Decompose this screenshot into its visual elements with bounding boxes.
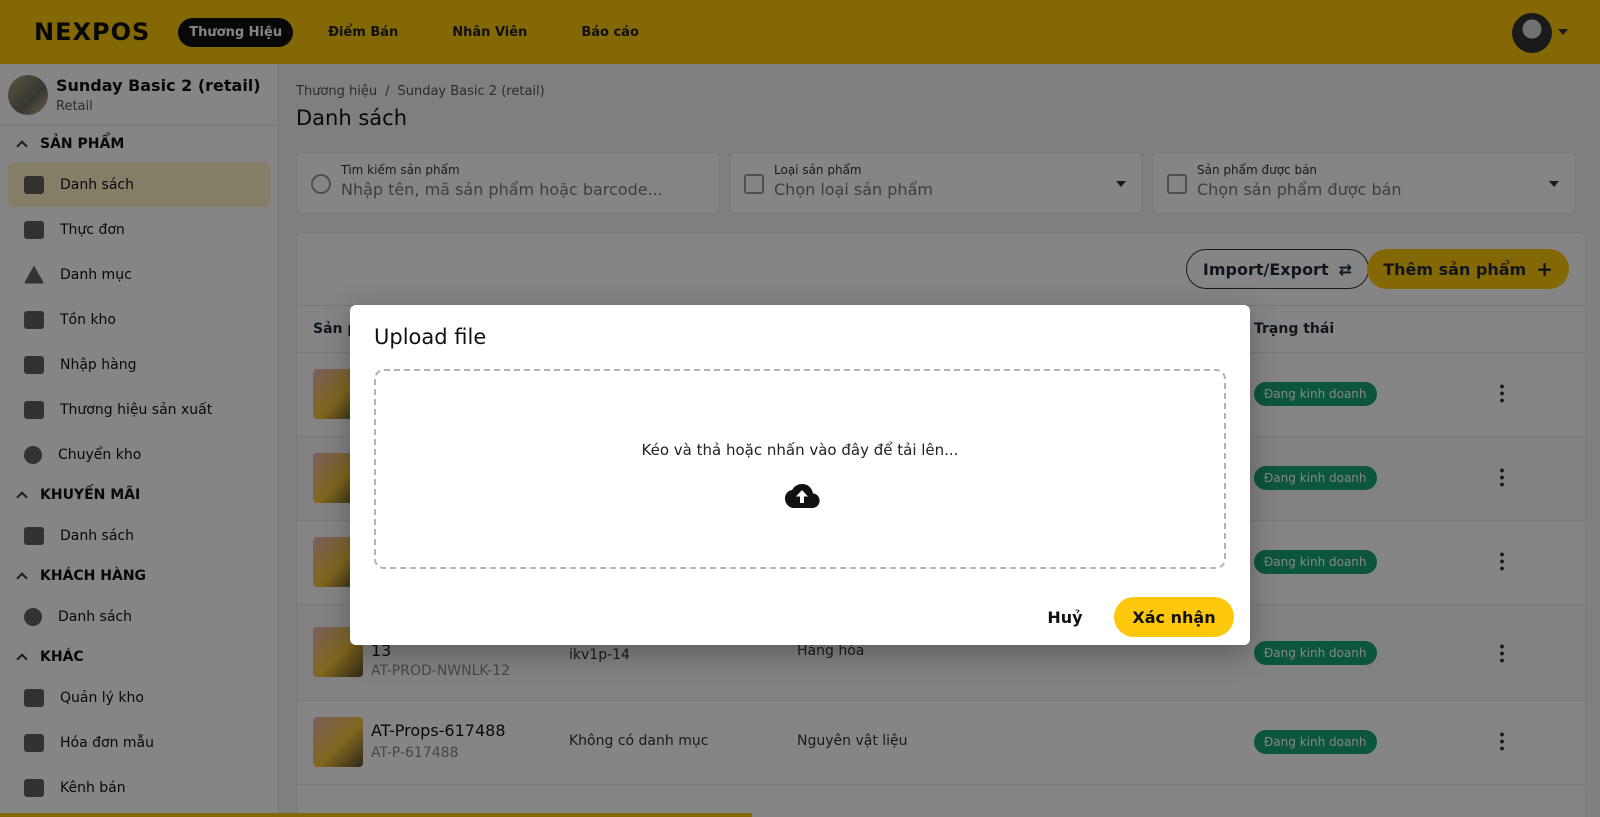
cloud-upload-icon [785, 484, 820, 508]
file-dropzone[interactable]: Kéo và thả hoặc nhấn vào đây để tải lên.… [374, 369, 1226, 569]
upload-file-dialog: Upload file Kéo và thả hoặc nhấn vào đây… [350, 305, 1250, 645]
dialog-title: Upload file [374, 325, 487, 349]
dropzone-text: Kéo và thả hoặc nhấn vào đây để tải lên.… [641, 441, 959, 459]
cancel-button[interactable]: Huỷ [1030, 597, 1100, 637]
confirm-button[interactable]: Xác nhận [1114, 597, 1234, 637]
